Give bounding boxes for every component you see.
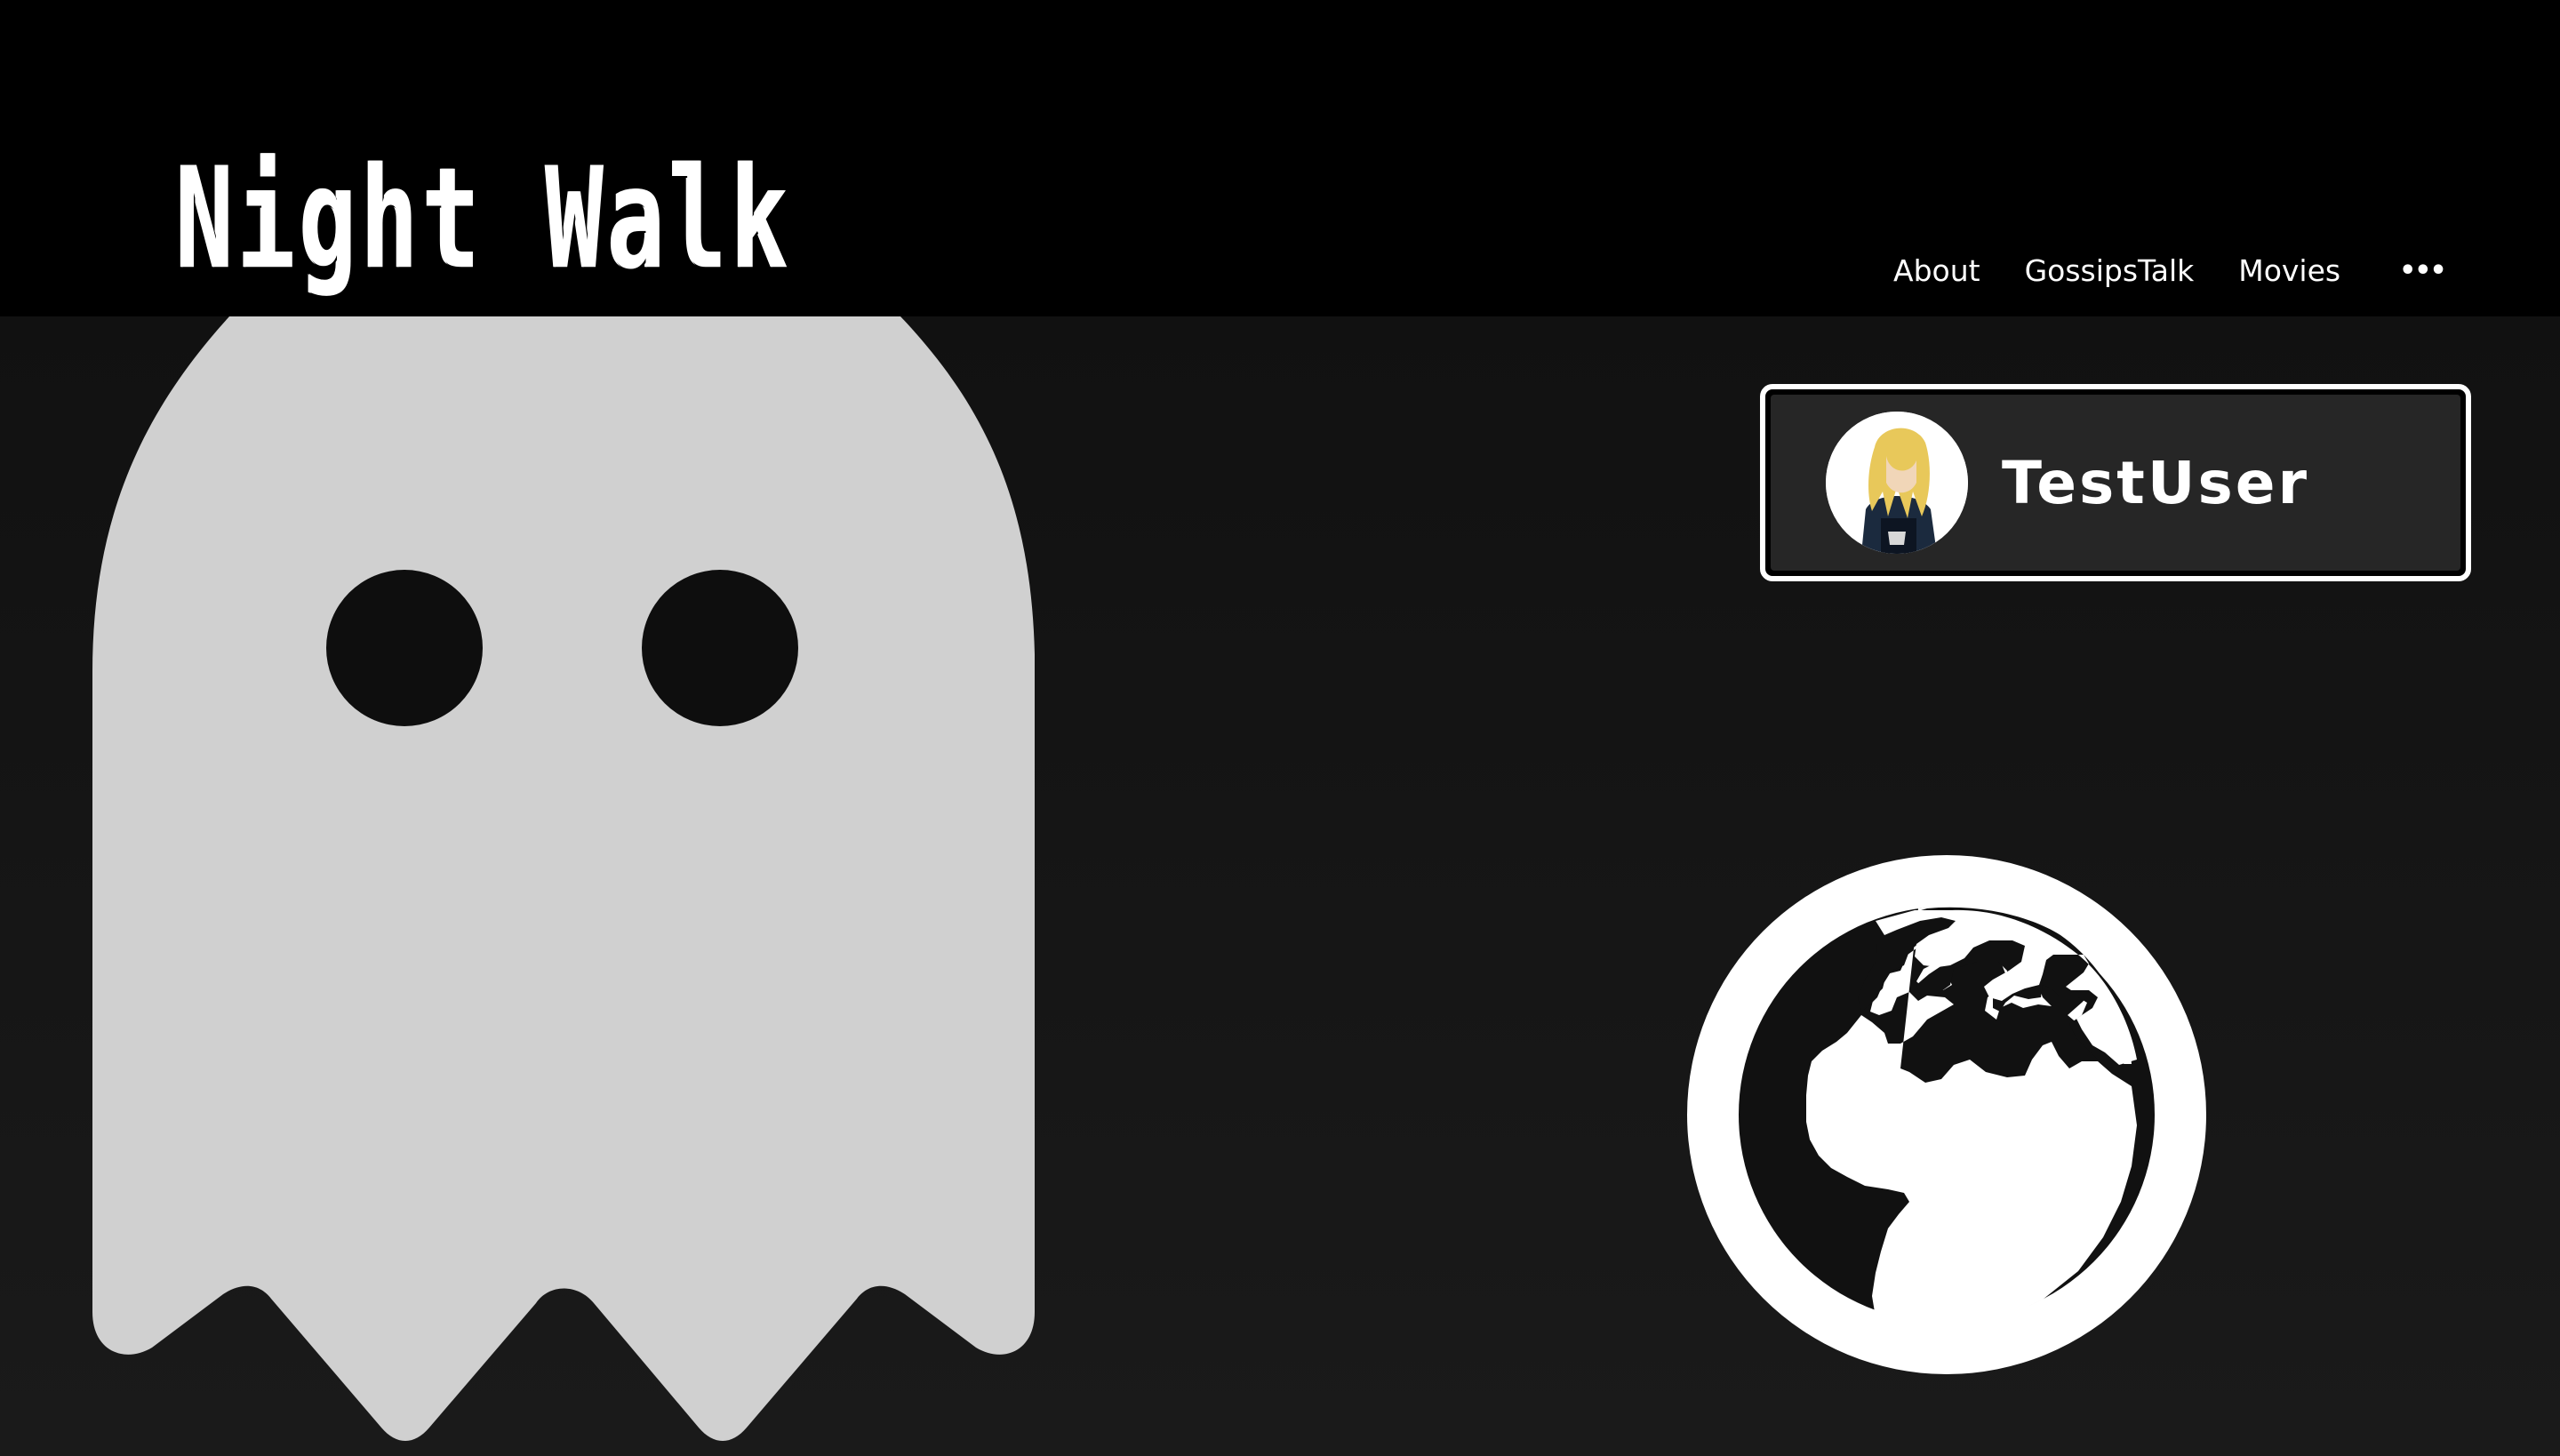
user-card-body: TestUser	[1771, 395, 2460, 571]
main-nav: About GossipsTalk Movies •••	[1893, 251, 2447, 290]
ghost-icon	[92, 316, 1035, 1441]
user-card[interactable]: TestUser	[1760, 384, 2471, 581]
user-avatar[interactable]	[1826, 412, 1968, 554]
globe-icon[interactable]	[1687, 855, 2206, 1374]
site-logo[interactable]: Night Walk	[176, 149, 792, 290]
nav-item-movies[interactable]: Movies	[2238, 253, 2340, 288]
header-bar: Night Walk About GossipsTalk Movies •••	[0, 0, 2560, 316]
nav-item-gossipstalk[interactable]: GossipsTalk	[2025, 253, 2195, 288]
page: Night Walk About GossipsTalk Movies •••	[0, 0, 2560, 1456]
username[interactable]: TestUser	[2002, 449, 2309, 517]
avatar-image	[1826, 412, 1968, 554]
more-menu-icon[interactable]: •••	[2399, 255, 2447, 286]
nav-item-about[interactable]: About	[1893, 253, 1980, 288]
